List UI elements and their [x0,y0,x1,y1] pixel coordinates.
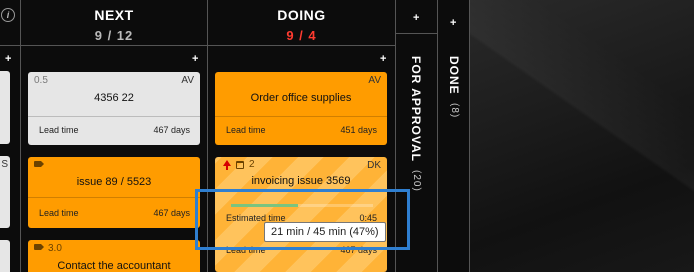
column-title: DOING [277,7,326,23]
column-title: FOR APPROVAL [409,56,423,163]
header-divider [0,45,395,46]
metric-value: 467 days [153,208,190,218]
column-divider [469,0,470,272]
column-count: (8) [449,103,460,119]
card-4356-22[interactable]: 0.5 AV 4356 22 Lead time 467 days [28,72,200,145]
priority-up-icon [223,160,231,170]
card-issue-89[interactable]: issue 89 / 5523 Lead time 467 days [28,157,200,228]
card-owner: S [1,159,8,170]
column-done[interactable]: DONE (8) [447,56,461,118]
card-divider [28,116,200,117]
metric-value: 451 days [340,125,377,135]
wip-count: 9 / 4 [286,28,317,43]
card-title: Order office supplies [250,92,352,104]
column-count: (20) [411,170,422,193]
metric-label: Lead time [39,125,79,135]
column-title: DONE [447,56,461,95]
card-owner: DK [367,160,381,171]
info-icon[interactable]: i [1,8,15,22]
column-title: NEXT [94,7,134,23]
card-partial[interactable] [0,71,10,144]
card-order-office-supplies[interactable]: AV Order office supplies Lead time 451 d… [215,72,387,145]
background-panel [470,0,694,272]
add-card-done-button[interactable]: + [450,18,456,29]
card-title: 4356 22 [94,92,134,104]
card-title: Contact the accountant [57,260,171,272]
metric-label: Lead time [39,208,79,218]
metric-value: 467 days [153,125,190,135]
add-card-approval-button[interactable]: + [413,13,419,24]
card-partial[interactable]: S [0,156,10,228]
card-title: issue 89 / 5523 [76,176,152,188]
add-card-next-button[interactable]: + [192,54,198,65]
card-contact-accountant[interactable]: 3.0 Contact the accountant [28,240,200,272]
estimate-tooltip: 21 min / 45 min (47%) [264,222,386,242]
card-owner: AV [181,75,194,86]
column-header-doing: DOING 9 / 4 [208,0,395,45]
column-divider [437,0,438,272]
column-for-approval[interactable]: FOR APPROVAL (20) [409,56,423,192]
wip-count: 9 / 12 [94,28,134,43]
card-divider [28,197,200,198]
header-divider [395,33,437,34]
metric-label: Lead time [226,125,266,135]
tag-icon [34,244,44,250]
add-icon[interactable]: + [5,54,11,65]
card-divider [215,116,387,117]
add-card-doing-button[interactable]: + [380,54,386,65]
column-header-next: NEXT 9 / 12 [21,0,207,45]
card-size: 2 [249,159,255,170]
card-size: 0.5 [34,75,48,86]
tag-icon [34,161,44,167]
card-size: 3.0 [48,243,62,254]
calendar-icon [236,161,244,169]
card-owner: AV [368,75,381,86]
card-title: invoicing issue 3569 [251,175,351,187]
card-partial[interactable] [0,240,10,272]
